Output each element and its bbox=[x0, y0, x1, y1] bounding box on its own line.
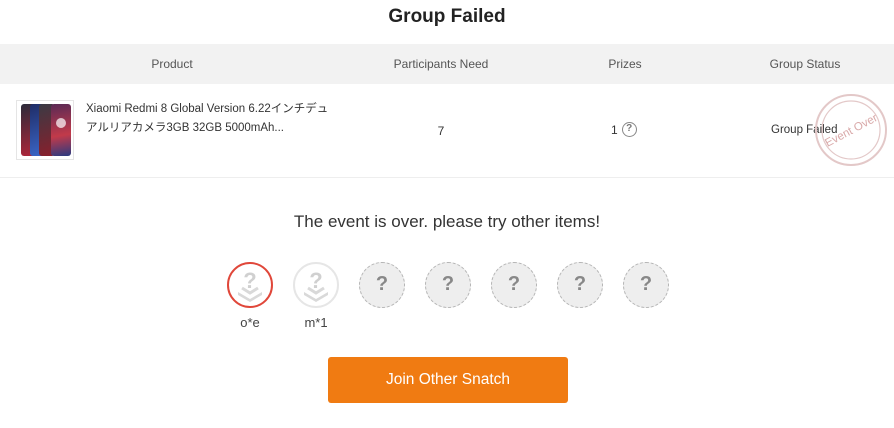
participant-avatar-host: ? bbox=[227, 262, 273, 308]
participant-name: m*1 bbox=[304, 315, 328, 330]
prizes-cell: 1 ? bbox=[611, 122, 637, 137]
participant-avatar: ? bbox=[293, 262, 339, 308]
empty-slot: ? bbox=[359, 262, 405, 308]
empty-slot: ? bbox=[425, 262, 471, 308]
header-prizes: Prizes bbox=[608, 57, 642, 71]
join-other-snatch-button[interactable]: Join Other Snatch bbox=[328, 357, 568, 403]
event-over-stamp: Event Over bbox=[815, 94, 887, 166]
table-row: Xiaomi Redmi 8 Global Version 6.22インチデュア… bbox=[0, 84, 894, 178]
svg-text:?: ? bbox=[309, 268, 322, 293]
question-circle-icon[interactable]: ? bbox=[621, 122, 637, 137]
product-name[interactable]: Xiaomi Redmi 8 Global Version 6.22インチデュア… bbox=[86, 100, 336, 138]
header-group-status: Group Status bbox=[769, 57, 841, 71]
empty-slot: ? bbox=[623, 262, 669, 308]
stamp-text: Event Over bbox=[823, 112, 880, 150]
event-over-message: The event is over. please try other item… bbox=[293, 212, 601, 231]
empty-slot: ? bbox=[557, 262, 603, 308]
header-participants-need: Participants Need bbox=[393, 57, 489, 71]
page-title: Group Failed bbox=[388, 6, 506, 27]
user-placeholder-icon: ? bbox=[238, 268, 262, 302]
svg-text:?: ? bbox=[243, 268, 256, 293]
participant-name: o*e bbox=[240, 315, 260, 330]
product-thumbnail[interactable] bbox=[16, 100, 74, 160]
empty-slot: ? bbox=[491, 262, 537, 308]
header-product: Product bbox=[151, 57, 193, 71]
participants-need-value: 7 bbox=[437, 124, 445, 138]
prizes-value: 1 bbox=[611, 122, 618, 137]
table-header: Product Participants Need Prizes Group S… bbox=[0, 44, 894, 84]
user-placeholder-icon: ? bbox=[304, 268, 328, 302]
